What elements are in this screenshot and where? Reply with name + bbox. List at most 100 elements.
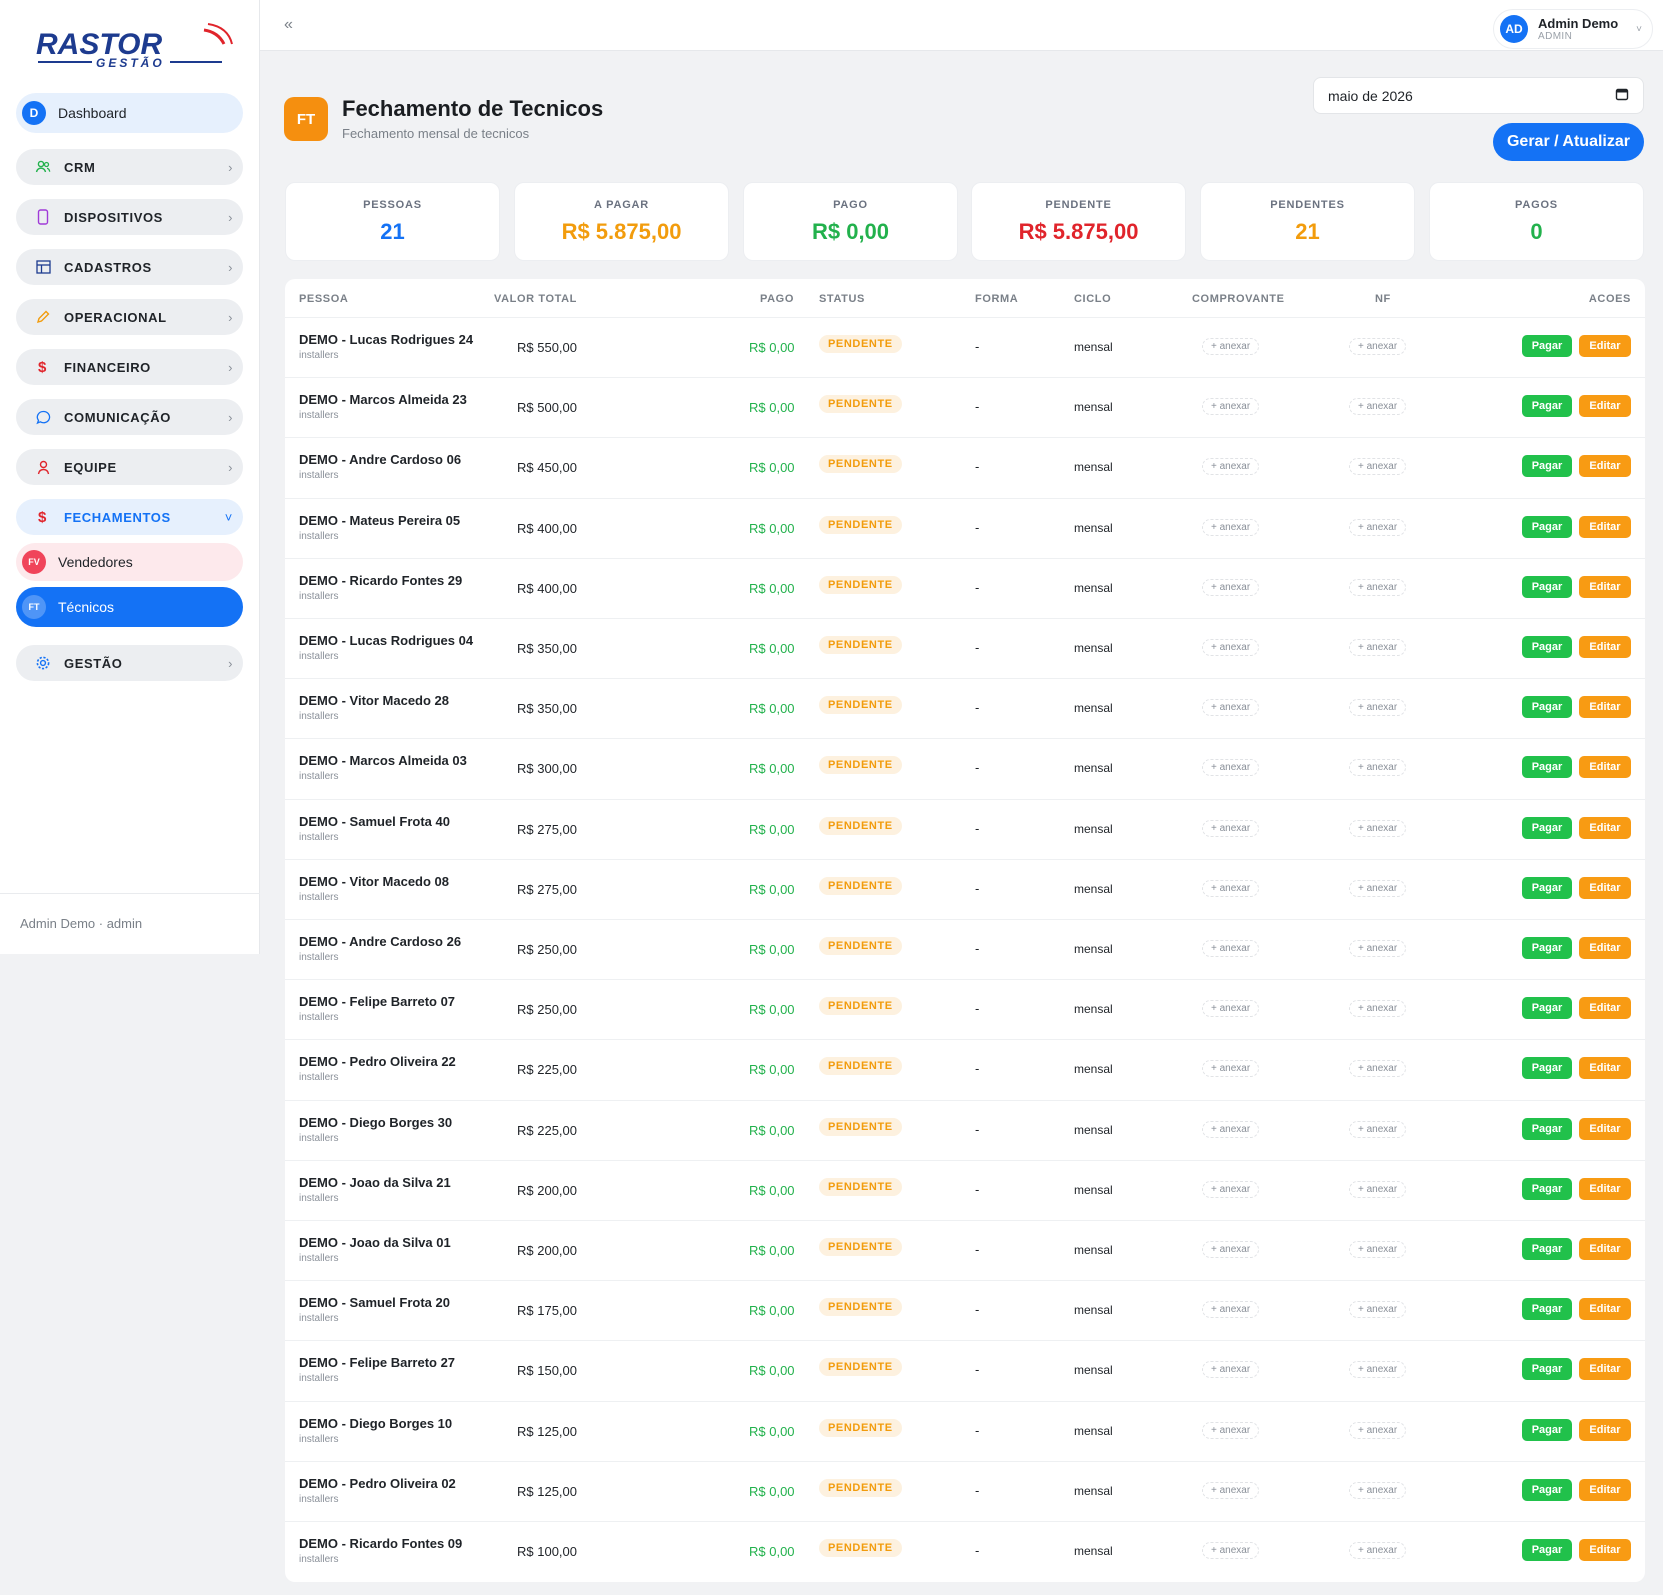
edit-button[interactable]: Editar	[1579, 1478, 1631, 1501]
column-header-pessoa[interactable]: PESSOA	[299, 293, 348, 305]
edit-button[interactable]: Editar	[1579, 335, 1631, 357]
attach-receipt-button[interactable]: + anexar	[1202, 338, 1260, 355]
edit-button[interactable]: Editar	[1579, 1539, 1631, 1561]
attach-receipt-button[interactable]: + anexar	[1202, 398, 1260, 416]
edit-button[interactable]: Editar	[1579, 1298, 1631, 1321]
pay-button[interactable]: Pagar	[1522, 455, 1572, 478]
pay-button[interactable]: Pagar	[1522, 937, 1572, 959]
column-header-nf[interactable]: NF	[1375, 293, 1391, 305]
attach-receipt-button[interactable]: + anexar	[1202, 1481, 1260, 1499]
attach-nf-button[interactable]: + anexar	[1349, 1000, 1407, 1018]
pay-button[interactable]: Pagar	[1522, 1238, 1572, 1260]
column-header-ciclo[interactable]: CICLO	[1074, 293, 1111, 305]
pay-button[interactable]: Pagar	[1522, 575, 1572, 598]
attach-receipt-button[interactable]: + anexar	[1202, 458, 1260, 476]
attach-nf-button[interactable]: + anexar	[1349, 1060, 1407, 1078]
attach-nf-button[interactable]: + anexar	[1349, 458, 1407, 476]
attach-nf-button[interactable]: + anexar	[1349, 759, 1407, 777]
sidebar-item-tecnicos[interactable]: FT Técnicos	[16, 587, 243, 627]
edit-button[interactable]: Editar	[1579, 515, 1631, 538]
attach-receipt-button[interactable]: + anexar	[1202, 1301, 1260, 1319]
sidebar-item-crm[interactable]: CRM ›	[16, 149, 243, 185]
column-header-pago[interactable]: PAGO	[760, 293, 794, 305]
attach-nf-button[interactable]: + anexar	[1349, 819, 1407, 837]
edit-button[interactable]: Editar	[1579, 756, 1631, 779]
generate-update-button[interactable]: Gerar / Atualizar	[1493, 123, 1644, 161]
pay-button[interactable]: Pagar	[1522, 1418, 1572, 1441]
pay-button[interactable]: Pagar	[1522, 636, 1572, 658]
collapse-sidebar-button[interactable]: «	[284, 16, 293, 34]
edit-button[interactable]: Editar	[1579, 1117, 1631, 1140]
edit-button[interactable]: Editar	[1579, 876, 1631, 899]
attach-receipt-button[interactable]: + anexar	[1202, 1000, 1260, 1018]
rastor-logo[interactable]: RASTOR GESTÃO	[34, 22, 234, 76]
attach-nf-button[interactable]: + anexar	[1349, 1120, 1407, 1138]
pay-button[interactable]: Pagar	[1522, 876, 1572, 899]
attach-nf-button[interactable]: + anexar	[1349, 518, 1407, 536]
sidebar-item-gestao[interactable]: GESTÃO ›	[16, 645, 243, 681]
user-menu[interactable]: AD Admin Demo ADMIN ˅	[1493, 9, 1653, 49]
pay-button[interactable]: Pagar	[1522, 816, 1572, 839]
attach-nf-button[interactable]: + anexar	[1349, 1421, 1407, 1439]
attach-receipt-button[interactable]: + anexar	[1202, 1120, 1260, 1138]
pay-button[interactable]: Pagar	[1522, 1298, 1572, 1321]
pay-button[interactable]: Pagar	[1522, 756, 1572, 779]
pay-button[interactable]: Pagar	[1522, 1057, 1572, 1080]
sidebar-item-operacional[interactable]: OPERACIONAL ›	[16, 299, 243, 335]
edit-button[interactable]: Editar	[1579, 636, 1631, 658]
column-header-valor-total[interactable]: VALOR TOTAL	[494, 293, 577, 305]
attach-receipt-button[interactable]: + anexar	[1202, 1421, 1260, 1439]
attach-nf-button[interactable]: + anexar	[1349, 639, 1407, 656]
pay-button[interactable]: Pagar	[1522, 1177, 1572, 1200]
attach-receipt-button[interactable]: + anexar	[1202, 1542, 1260, 1559]
pay-button[interactable]: Pagar	[1522, 515, 1572, 538]
attach-receipt-button[interactable]: + anexar	[1202, 1180, 1260, 1198]
pay-button[interactable]: Pagar	[1522, 395, 1572, 418]
edit-button[interactable]: Editar	[1579, 1418, 1631, 1441]
pay-button[interactable]: Pagar	[1522, 1539, 1572, 1561]
attach-receipt-button[interactable]: + anexar	[1202, 940, 1260, 957]
attach-nf-button[interactable]: + anexar	[1349, 1301, 1407, 1319]
attach-nf-button[interactable]: + anexar	[1349, 940, 1407, 957]
attach-receipt-button[interactable]: + anexar	[1202, 699, 1260, 717]
attach-receipt-button[interactable]: + anexar	[1202, 639, 1260, 656]
column-header-comprovante[interactable]: COMPROVANTE	[1192, 293, 1285, 305]
pay-button[interactable]: Pagar	[1522, 696, 1572, 719]
column-header-acoes[interactable]: ACOES	[1589, 293, 1631, 305]
attach-receipt-button[interactable]: + anexar	[1202, 578, 1260, 596]
edit-button[interactable]: Editar	[1579, 575, 1631, 598]
month-picker[interactable]: maio de 2026	[1313, 77, 1644, 114]
edit-button[interactable]: Editar	[1579, 455, 1631, 478]
edit-button[interactable]: Editar	[1579, 816, 1631, 839]
attach-receipt-button[interactable]: + anexar	[1202, 819, 1260, 837]
edit-button[interactable]: Editar	[1579, 1238, 1631, 1260]
edit-button[interactable]: Editar	[1579, 1177, 1631, 1200]
attach-nf-button[interactable]: + anexar	[1349, 1481, 1407, 1499]
sidebar-item-fechamentos[interactable]: $ FECHAMENTOS ˅	[16, 499, 243, 535]
attach-receipt-button[interactable]: + anexar	[1202, 518, 1260, 536]
attach-receipt-button[interactable]: + anexar	[1202, 1060, 1260, 1078]
attach-nf-button[interactable]: + anexar	[1349, 338, 1407, 355]
attach-nf-button[interactable]: + anexar	[1349, 1361, 1407, 1379]
pay-button[interactable]: Pagar	[1522, 1117, 1572, 1140]
attach-nf-button[interactable]: + anexar	[1349, 699, 1407, 717]
attach-nf-button[interactable]: + anexar	[1349, 1180, 1407, 1198]
attach-nf-button[interactable]: + anexar	[1349, 578, 1407, 596]
sidebar-item-equipe[interactable]: EQUIPE ›	[16, 449, 243, 485]
attach-receipt-button[interactable]: + anexar	[1202, 1361, 1260, 1379]
edit-button[interactable]: Editar	[1579, 1057, 1631, 1080]
pay-button[interactable]: Pagar	[1522, 1478, 1572, 1501]
sidebar-item-comunicacao[interactable]: COMUNICAÇÃO ›	[16, 399, 243, 435]
sidebar-item-vendedores[interactable]: FV Vendedores	[16, 543, 243, 581]
attach-receipt-button[interactable]: + anexar	[1202, 879, 1260, 897]
edit-button[interactable]: Editar	[1579, 937, 1631, 959]
sidebar-item-dashboard[interactable]: D Dashboard	[16, 93, 243, 133]
attach-receipt-button[interactable]: + anexar	[1202, 1241, 1260, 1258]
sidebar-item-financeiro[interactable]: $ FINANCEIRO ›	[16, 349, 243, 385]
edit-button[interactable]: Editar	[1579, 395, 1631, 418]
edit-button[interactable]: Editar	[1579, 696, 1631, 719]
attach-nf-button[interactable]: + anexar	[1349, 1241, 1407, 1258]
pay-button[interactable]: Pagar	[1522, 1358, 1572, 1381]
edit-button[interactable]: Editar	[1579, 1358, 1631, 1381]
column-header-status[interactable]: STATUS	[819, 293, 865, 305]
